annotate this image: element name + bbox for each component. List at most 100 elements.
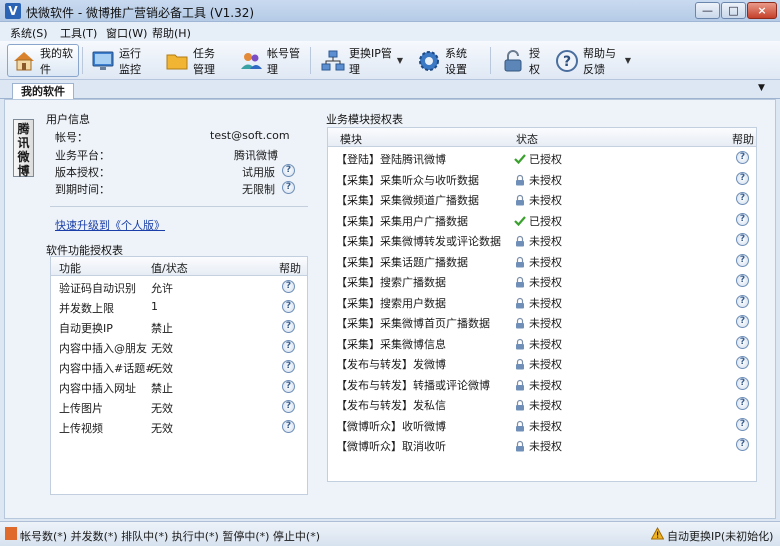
help-icon[interactable]: ? xyxy=(282,380,295,393)
table-row[interactable]: 【采集】采集微频道广播数据 未授权? xyxy=(328,189,756,209)
table-row[interactable]: 内容中插入#话题# 无效 ? xyxy=(51,357,307,377)
module-table: 模块 状态 帮助 【登陆】登陆腾讯微博 已授权? 【采集】采集听众与收听数据 未授权?… xyxy=(327,127,757,482)
toolbar-monitor-button[interactable]: 运行监控 xyxy=(86,44,156,77)
function-name: 上传图片 xyxy=(59,402,103,415)
minimize-button[interactable]: — xyxy=(695,2,720,19)
table-row[interactable]: 上传视频 无效 ? xyxy=(51,417,307,437)
status-text: 未授权 xyxy=(529,378,562,392)
help-icon[interactable]: ? xyxy=(736,151,749,164)
table-row[interactable]: 上传图片 无效 ? xyxy=(51,397,307,417)
help-icon[interactable]: ? xyxy=(736,376,749,390)
table-row[interactable]: 【采集】采集听众与收听数据 未授权? xyxy=(328,169,756,189)
dropdown-caret-icon: ▼ xyxy=(624,56,631,65)
toolbar-task-button[interactable]: 任务管理 xyxy=(160,44,230,77)
lock-icon xyxy=(514,338,526,350)
check-icon xyxy=(514,153,526,165)
status-text: 未授权 xyxy=(529,173,562,187)
function-col-header[interactable]: 功能 xyxy=(59,260,81,276)
toolbar-ip-button[interactable]: 更换IP管理 ▼ xyxy=(316,44,408,77)
module-status: 未授权 xyxy=(514,397,562,413)
toolbar-label: 帮助与反馈 xyxy=(583,46,616,76)
tab-overflow-icon[interactable]: ▼ xyxy=(758,83,765,93)
table-row[interactable]: 【发布与转发】发私信 未授权? xyxy=(328,394,756,414)
toolbar-settings-button[interactable]: 系统设置 xyxy=(412,44,482,77)
table-row[interactable]: 验证码自动识别 允许 ? xyxy=(51,277,307,297)
menu-system[interactable]: 系统(S) xyxy=(10,25,48,41)
help-icon[interactable]: ? xyxy=(282,340,295,353)
expiry-help-icon[interactable]: ? xyxy=(282,181,295,194)
menu-window[interactable]: 窗口(W) xyxy=(106,25,147,41)
help-icon[interactable]: ? xyxy=(736,335,749,349)
value-col-header[interactable]: 值/状态 xyxy=(151,260,188,276)
toolbar-license-button[interactable]: 授权 xyxy=(496,44,546,77)
help-icon[interactable]: ? xyxy=(282,280,295,293)
help-icon[interactable]: ? xyxy=(282,320,295,333)
toolbar-help-button[interactable]: ? 帮助与反馈 ▼ xyxy=(550,44,636,77)
help-icon[interactable]: ? xyxy=(736,274,749,287)
module-status: 未授权 xyxy=(514,315,562,331)
help-icon[interactable]: ? xyxy=(736,397,749,410)
help-icon[interactable]: ? xyxy=(736,192,749,205)
module-status: 未授权 xyxy=(514,356,562,372)
function-name: 并发数上限 xyxy=(59,302,114,315)
help-icon[interactable]: ? xyxy=(736,233,749,246)
module-status: 未授权 xyxy=(514,336,562,352)
maximize-button[interactable]: □ xyxy=(721,2,746,19)
menu-help[interactable]: 帮助(H) xyxy=(152,25,191,41)
lock-icon xyxy=(501,49,525,73)
help-icon[interactable]: ? xyxy=(282,420,295,433)
help-col-header[interactable]: 帮助 xyxy=(279,260,301,276)
table-row[interactable]: 【采集】采集微博首页广播数据 未授权? xyxy=(328,312,756,332)
help-icon[interactable]: ? xyxy=(282,300,295,313)
module-name: 【采集】搜索用户数据 xyxy=(336,296,446,310)
tab-my-software[interactable]: 我的软件 xyxy=(12,83,74,100)
license-help-icon[interactable]: ? xyxy=(282,164,295,177)
table-row[interactable]: 并发数上限 1 ? xyxy=(51,297,307,317)
help-icon[interactable]: ? xyxy=(736,294,749,308)
help-icon[interactable]: ? xyxy=(736,253,749,267)
table-row[interactable]: 【采集】搜索广播数据 未授权? xyxy=(328,271,756,291)
table-row[interactable]: 内容中插入网址 禁止 ? xyxy=(51,377,307,397)
lock-icon xyxy=(514,358,526,370)
table-row[interactable]: 【登陆】登陆腾讯微博 已授权? xyxy=(328,148,756,168)
table-row[interactable]: 【采集】采集微博转发或评论数据 未授权? xyxy=(328,230,756,250)
table-row[interactable]: 【采集】采集微博信息 未授权? xyxy=(328,333,756,353)
status-text: 未授权 xyxy=(529,235,562,248)
table-row[interactable]: 【微博听众】收听微博 未授权? xyxy=(328,415,756,435)
table-row[interactable]: 【采集】采集用户广播数据 已授权? xyxy=(328,210,756,230)
module-col-header[interactable]: 模块 xyxy=(340,131,362,147)
status-text: 未授权 xyxy=(529,399,562,412)
toolbar-account-button[interactable]: 帐号管理 xyxy=(234,44,306,77)
function-value: 无效 xyxy=(151,342,173,355)
function-name: 上传视频 xyxy=(59,422,103,435)
table-row[interactable]: 【发布与转发】转播或评论微博 未授权? xyxy=(328,374,756,394)
help-icon[interactable]: ? xyxy=(736,438,749,451)
status-bar: 帐号数(*) 并发数(*) 排队中(*) 执行中(*) 暂停中(*) 停止中(*… xyxy=(0,521,780,546)
table-row[interactable]: 【采集】采集话题广播数据 未授权? xyxy=(328,251,756,271)
status-text: 未授权 xyxy=(529,358,562,371)
help-icon[interactable]: ? xyxy=(282,360,295,373)
upgrade-link[interactable]: 快速升级到《个人版》 xyxy=(55,217,165,233)
table-row[interactable]: 自动更换IP 禁止 ? xyxy=(51,317,307,337)
platform-vertical-tab[interactable]: 腾讯微博 xyxy=(13,119,34,178)
help-icon[interactable]: ? xyxy=(736,356,749,369)
menu-tools[interactable]: 工具(T) xyxy=(60,25,97,41)
table-row[interactable]: 【采集】搜索用户数据 未授权? xyxy=(328,292,756,312)
table-row[interactable]: 【发布与转发】发微博 未授权? xyxy=(328,353,756,373)
close-button[interactable]: × xyxy=(747,2,777,19)
help-icon[interactable]: ? xyxy=(736,171,749,185)
status-col-header[interactable]: 状态 xyxy=(516,131,538,147)
folder-icon xyxy=(165,49,189,73)
table-row[interactable]: 【微博听众】取消收听 未授权? xyxy=(328,435,756,455)
function-value: 无效 xyxy=(151,422,173,435)
toolbar-my-software-button[interactable]: 我的软件 xyxy=(7,44,79,77)
help-icon[interactable]: ? xyxy=(736,417,749,431)
table-row[interactable]: 内容中插入@朋友 无效 ? xyxy=(51,337,307,357)
module-name: 【登陆】登陆腾讯微博 xyxy=(336,153,446,166)
help-icon[interactable]: ? xyxy=(282,400,295,413)
help-icon[interactable]: ? xyxy=(736,212,749,226)
check-icon xyxy=(514,215,526,227)
help-icon[interactable]: ? xyxy=(736,315,749,328)
help-col-header[interactable]: 帮助 xyxy=(732,131,754,147)
ip-status[interactable]: 自动更换IP(未初始化) xyxy=(667,528,773,544)
